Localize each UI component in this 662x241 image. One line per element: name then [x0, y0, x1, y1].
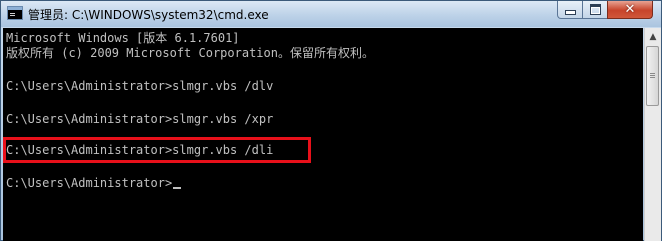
maximize-button[interactable]: [582, 1, 608, 19]
console-line: Microsoft Windows [版本 6.1.7601]: [6, 31, 240, 45]
minimize-button[interactable]: [557, 1, 583, 19]
console-line: C:\Users\Administrator>slmgr.vbs /dlv: [6, 79, 274, 93]
console-prompt: C:\Users\Administrator>: [6, 176, 173, 190]
minimize-icon: [564, 10, 576, 15]
window-title: 管理员: C:\WINDOWS\system32\cmd.exe: [28, 8, 269, 22]
console-line: C:\Users\Administrator>slmgr.vbs /xpr: [6, 112, 274, 126]
console-app-icon[interactable]: [7, 6, 23, 20]
arrow-up-icon: ▲: [649, 31, 657, 42]
vertical-scrollbar[interactable]: ▲: [644, 28, 661, 241]
scrollbar-thumb[interactable]: [646, 46, 659, 106]
maximize-icon: [589, 4, 601, 15]
text-cursor: [173, 187, 182, 189]
scroll-up-button[interactable]: ▲: [645, 28, 661, 45]
close-icon: ✕: [624, 2, 636, 17]
close-button[interactable]: ✕: [607, 1, 653, 19]
red-highlight-box: [3, 137, 311, 163]
console-line: 版权所有 (c) 2009 Microsoft Corporation。保留所有…: [6, 46, 374, 60]
console-output[interactable]: Microsoft Windows [版本 6.1.7601] 版权所有 (c)…: [3, 28, 643, 241]
grip-icon: [650, 73, 655, 74]
cmd-window: 管理员: C:\WINDOWS\system32\cmd.exe ✕ Micro…: [0, 0, 662, 241]
console-prompt-line[interactable]: C:\Users\Administrator>: [6, 176, 182, 190]
